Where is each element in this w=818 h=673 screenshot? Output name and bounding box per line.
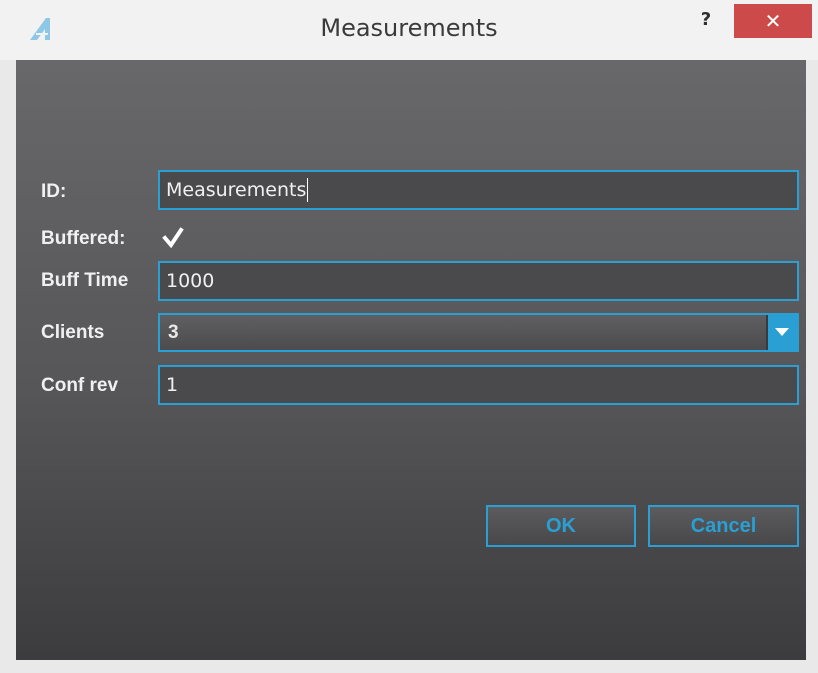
buff-time-input[interactable]: 1000 [158,261,799,301]
help-button[interactable]: ? [686,6,726,36]
id-label: ID: [41,181,67,202]
title-bar[interactable]: Measurements ? ✕ [0,0,818,60]
buff-time-label: Buff Time [41,270,129,291]
chevron-down-icon [775,328,789,336]
conf-rev-value: 1 [166,374,179,396]
cancel-button[interactable]: Cancel [648,505,799,547]
id-input[interactable]: Measurements [158,170,799,210]
buffered-checkbox[interactable] [162,227,184,249]
id-value: Measurements [166,179,307,201]
buffered-label: Buffered: [41,228,126,249]
conf-rev-input[interactable]: 1 [158,365,799,405]
text-caret [307,178,309,202]
measurements-dialog: Measurements ? ✕ ID: Measurements Buffer… [0,0,818,673]
ok-button[interactable]: OK [486,505,636,547]
buff-time-value: 1000 [166,270,215,292]
dialog-body [16,60,806,660]
conf-rev-label: Conf rev [41,375,119,396]
clients-select[interactable]: 3 [158,313,799,352]
clients-dropdown-button[interactable] [766,315,797,350]
clients-value: 3 [168,322,179,343]
close-button[interactable]: ✕ [734,4,812,38]
clients-label: Clients [41,322,105,343]
